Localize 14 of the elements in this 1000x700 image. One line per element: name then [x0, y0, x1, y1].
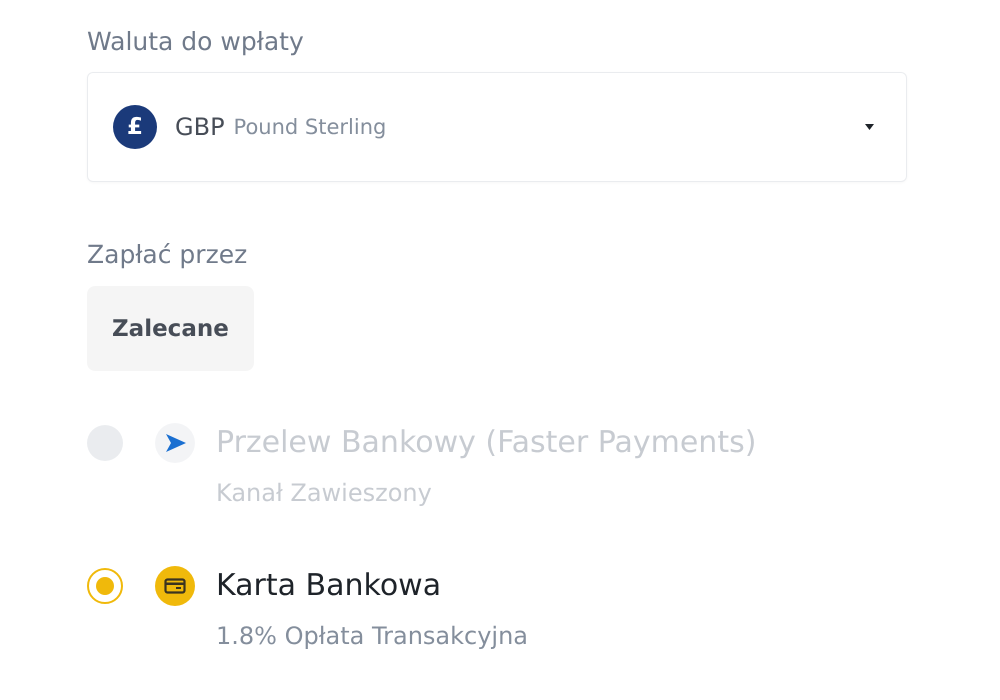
caret-icon [865, 124, 874, 130]
field-label: Waluta do wpłaty [87, 26, 304, 58]
currency-name: Pound Sterling [234, 115, 386, 139]
method-note: Kanał Zawieszony [216, 478, 433, 508]
method-note: 1.8% Opłata Transakcyjna [216, 621, 528, 651]
method-title: Przelew Bankowy (Faster Payments) [216, 424, 756, 462]
field-label: Zapłać przez [87, 239, 248, 271]
card-icon [155, 566, 195, 606]
method-tab[interactable]: Zalecane [87, 286, 254, 371]
radio-button[interactable] [87, 568, 123, 604]
currency-code: GBP [175, 113, 225, 141]
currency-symbol-icon: £ [113, 105, 157, 149]
method-title: Karta Bankowa [216, 567, 442, 605]
currency-select[interactable]: £ GBP Pound Sterling [87, 72, 907, 182]
